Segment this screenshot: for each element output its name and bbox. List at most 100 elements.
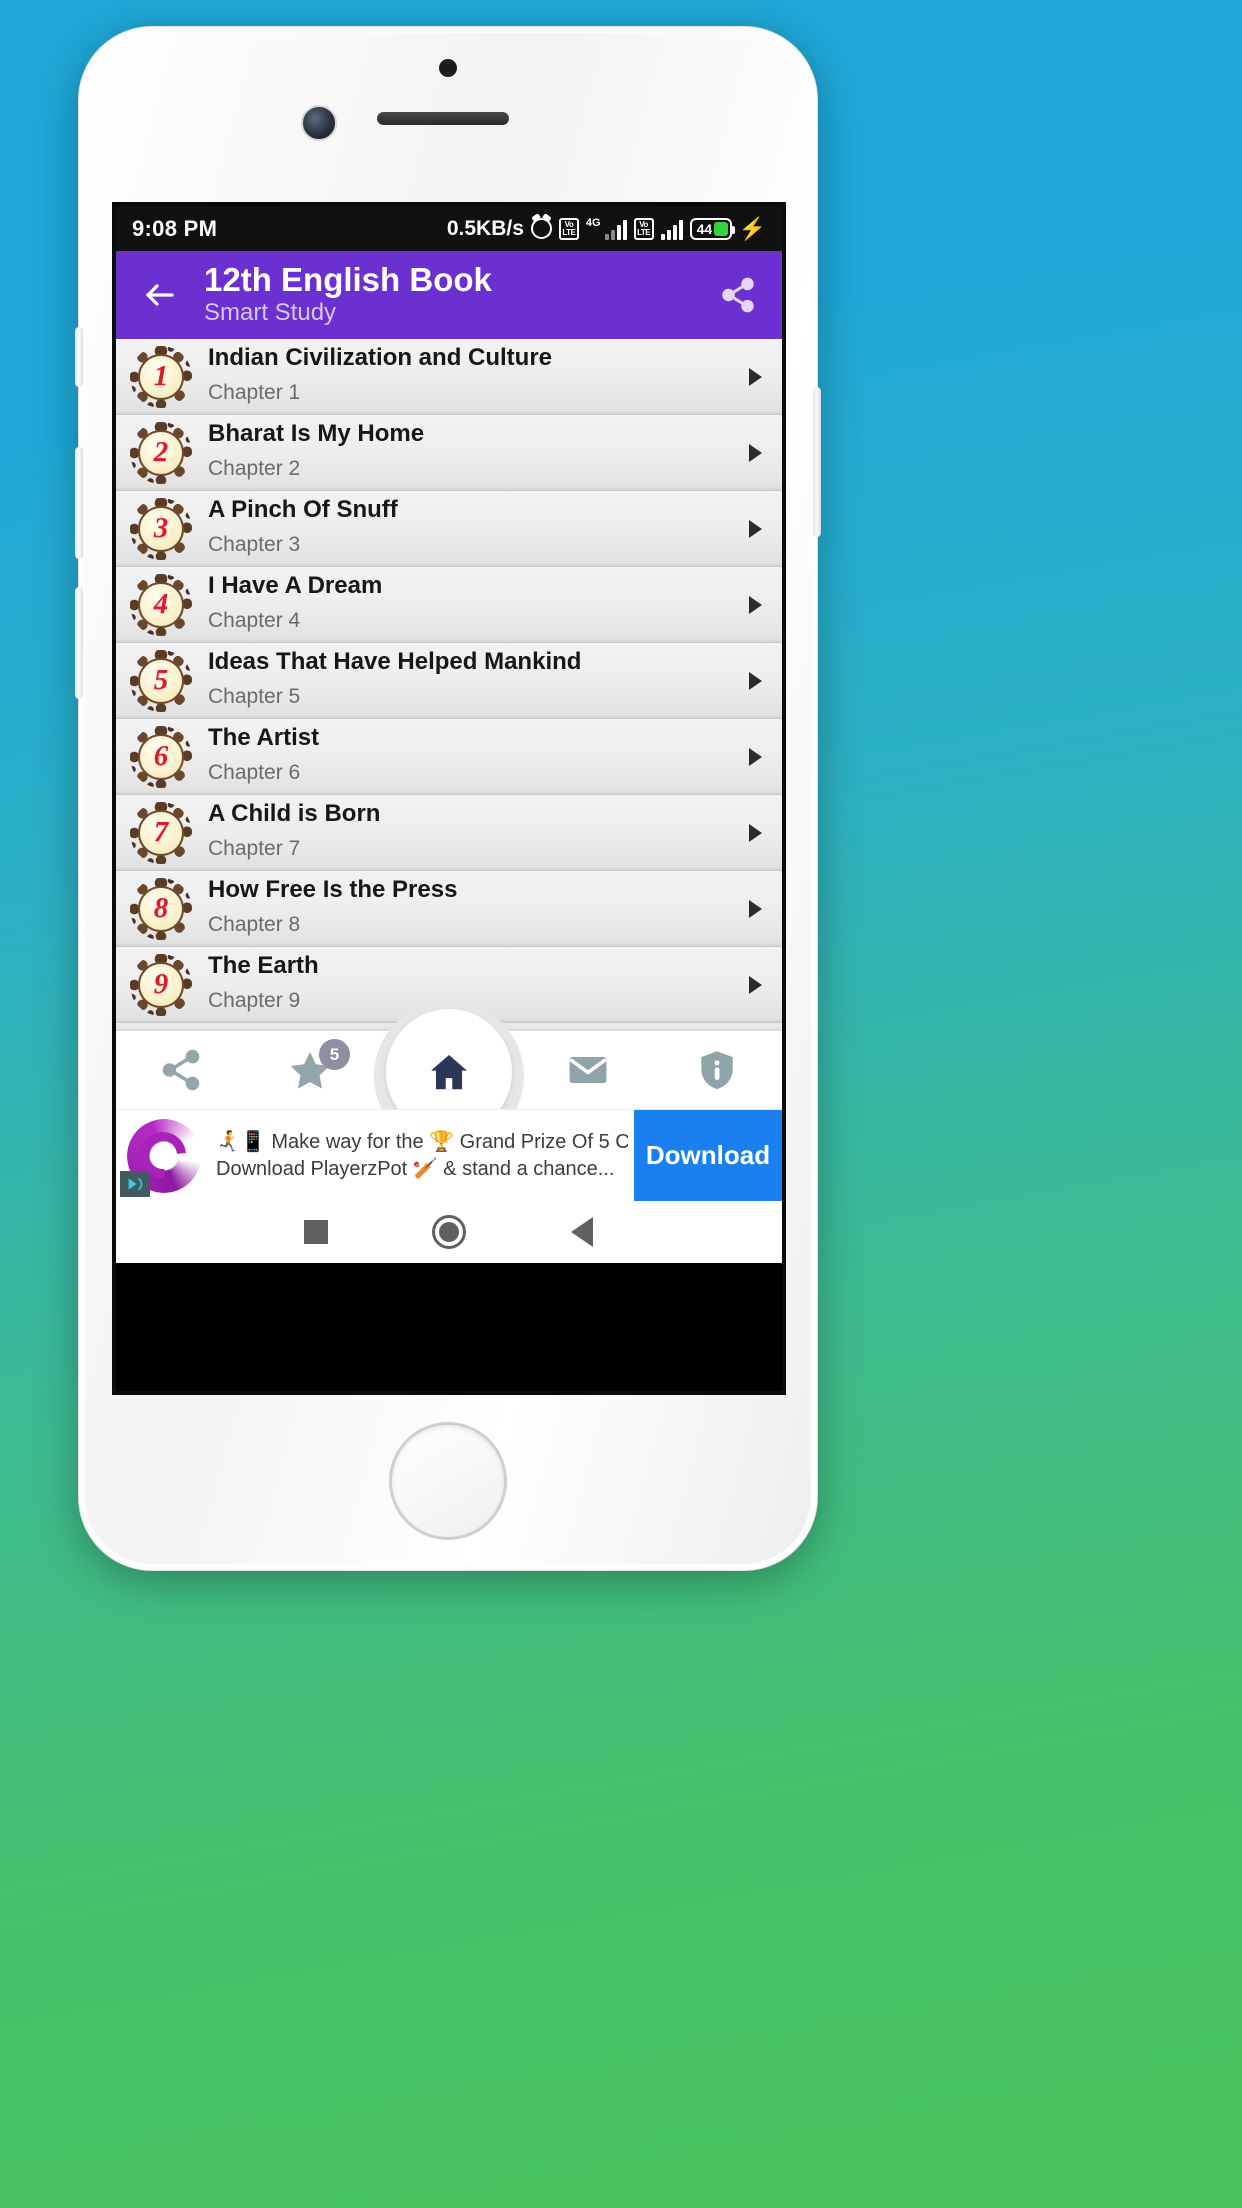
chevron-right-icon: [749, 747, 762, 766]
phone-device-frame: 9:08 PM 0.5KB/s Vo LTE 4G Vo LTE 44 ⚡ 12…: [75, 26, 821, 1571]
chapter-number-badge: 2: [130, 421, 192, 484]
app-bar: 12th English Book Smart Study: [116, 251, 782, 339]
chapter-list[interactable]: 1 Indian Civilization and Culture Chapter …: [116, 339, 782, 1031]
android-navigation-bar: [116, 1201, 782, 1263]
chevron-right-icon: [749, 367, 762, 386]
chapter-row[interactable]: 3 A Pinch Of Snuff Chapter 3: [116, 491, 782, 567]
ad-download-button[interactable]: Download: [634, 1110, 782, 1201]
android-home-button[interactable]: [382, 1215, 515, 1249]
status-bar-time: 9:08 PM: [132, 215, 218, 241]
ad-line-2: Download PlayerzPot 🏏 & stand a chance..…: [216, 1157, 615, 1180]
chapter-number-label: 6: [153, 740, 169, 772]
chapter-number-label: 9: [153, 968, 169, 1000]
chapter-title: Bharat Is My Home: [208, 420, 425, 448]
chapter-row[interactable]: 6 The Artist Chapter 6: [116, 719, 782, 795]
volte-icon-sim2: Vo LTE: [633, 217, 654, 240]
chapter-text: A Pinch Of Snuff Chapter 3: [202, 496, 749, 560]
chapter-number-disc: 7: [138, 809, 184, 856]
favorites-badge: 5: [318, 1039, 350, 1070]
chapter-number-badge: 4: [130, 573, 192, 636]
home-icon: [430, 1054, 468, 1090]
bottom-nav-favorites[interactable]: 5: [245, 1031, 374, 1109]
chapter-number-label: 5: [153, 664, 169, 696]
device-button-volume-up[interactable]: [75, 447, 83, 559]
chapter-text: Bharat Is My Home Chapter 2: [202, 420, 749, 484]
chapter-number-label: 3: [153, 512, 169, 544]
earpiece-speaker: [377, 112, 509, 125]
chapter-subtitle: Chapter 2: [208, 457, 301, 481]
chapter-row[interactable]: 7 A Child is Born Chapter 7: [116, 795, 782, 871]
chapter-row[interactable]: 8 How Free Is the Press Chapter 8: [116, 871, 782, 947]
bottom-nav-privacy[interactable]: [653, 1031, 782, 1109]
network-type-label: 4G: [585, 216, 601, 229]
chapter-number-disc: 4: [138, 581, 184, 628]
device-button-volume-down[interactable]: [75, 587, 83, 699]
chapter-title: A Pinch Of Snuff: [208, 496, 398, 524]
back-triangle-icon: [571, 1217, 594, 1247]
bottom-nav-share[interactable]: [116, 1031, 245, 1109]
chapter-number-badge: 9: [130, 953, 192, 1016]
chevron-right-icon: [749, 519, 762, 538]
android-back-button[interactable]: [516, 1217, 649, 1247]
page-title: 12th English Book: [204, 262, 492, 299]
ad-advertiser-logo: [116, 1110, 212, 1201]
bottom-nav-mail[interactable]: [523, 1031, 652, 1109]
chapter-number-badge: 6: [130, 725, 192, 788]
chapter-number-badge: 8: [130, 877, 192, 940]
chapter-number-disc: 6: [138, 733, 184, 780]
recents-square-icon: [303, 1220, 328, 1244]
page-subtitle: Smart Study: [204, 298, 337, 326]
chapter-number-badge: 3: [130, 497, 192, 560]
chapter-number-disc: 8: [138, 885, 184, 932]
share-icon: [162, 1049, 199, 1091]
chapter-title: Ideas That Have Helped Mankind: [208, 648, 582, 676]
chapter-title: How Free Is the Press: [208, 876, 458, 904]
device-button-power[interactable]: [813, 387, 821, 537]
chevron-right-icon: [749, 595, 762, 614]
chapter-text: Ideas That Have Helped Mankind Chapter 5: [202, 648, 749, 712]
ad-banner[interactable]: 🏃‍➡️📱 Make way for the 🏆 Grand Prize Of …: [116, 1109, 782, 1201]
shield-info-icon: [701, 1051, 734, 1089]
screenshot-canvas: 9:08 PM 0.5KB/s Vo LTE 4G Vo LTE 44 ⚡ 12…: [0, 0, 1242, 2208]
device-home-button[interactable]: [389, 1422, 507, 1540]
chapter-subtitle: Chapter 6: [208, 761, 301, 785]
chevron-right-icon: [749, 671, 762, 690]
chapter-number-disc: 2: [138, 429, 184, 476]
chapter-row[interactable]: 4 I Have A Dream Chapter 4: [116, 567, 782, 643]
chapter-subtitle: Chapter 8: [208, 913, 301, 937]
status-bar: 9:08 PM 0.5KB/s Vo LTE 4G Vo LTE 44 ⚡: [116, 206, 782, 251]
chapter-number-disc: 3: [138, 505, 184, 552]
chapter-text: I Have A Dream Chapter 4: [202, 572, 749, 636]
volte-icon-sim1: Vo LTE: [558, 217, 579, 240]
share-icon[interactable]: [712, 269, 764, 321]
chapter-subtitle: Chapter 4: [208, 609, 301, 633]
chapter-row[interactable]: 5 Ideas That Have Helped Mankind Chapter 5: [116, 643, 782, 719]
chevron-right-icon: [749, 899, 762, 918]
chapter-text: How Free Is the Press Chapter 8: [202, 876, 749, 940]
charging-bolt-icon: ⚡: [738, 215, 766, 241]
chevron-right-icon: [749, 823, 762, 842]
signal-bars-sim2: [660, 218, 683, 240]
status-bar-icons: 0.5KB/s Vo LTE 4G Vo LTE 44 ⚡: [447, 217, 766, 241]
home-circle-icon: [432, 1215, 466, 1249]
chapter-text: A Child is Born Chapter 7: [202, 800, 749, 864]
chapter-text: The Artist Chapter 6: [202, 724, 749, 788]
device-button-mute[interactable]: [75, 327, 83, 387]
chapter-row[interactable]: 1 Indian Civilization and Culture Chapter …: [116, 339, 782, 415]
volte-label-bottom: LTE: [562, 227, 576, 237]
back-arrow-icon[interactable]: [134, 269, 186, 321]
chapter-number-label: 1: [153, 360, 169, 392]
chapter-text: Indian Civilization and Culture Chapter 1: [202, 344, 749, 408]
chapter-subtitle: Chapter 5: [208, 685, 301, 709]
chapter-number-label: 2: [153, 436, 169, 468]
ad-line-1: 🏃‍➡️📱 Make way for the 🏆 Grand Prize Of …: [216, 1130, 628, 1153]
envelope-icon: [569, 1056, 607, 1084]
android-recents-button[interactable]: [249, 1220, 382, 1244]
ad-copy: 🏃‍➡️📱 Make way for the 🏆 Grand Prize Of …: [212, 1110, 634, 1201]
chapter-title: The Earth: [208, 952, 319, 980]
chapter-title: I Have A Dream: [208, 572, 383, 600]
chevron-right-icon: [749, 975, 762, 994]
chapter-number-label: 7: [153, 816, 169, 848]
ad-choices-icon[interactable]: [120, 1171, 150, 1197]
chapter-row[interactable]: 2 Bharat Is My Home Chapter 2: [116, 415, 782, 491]
